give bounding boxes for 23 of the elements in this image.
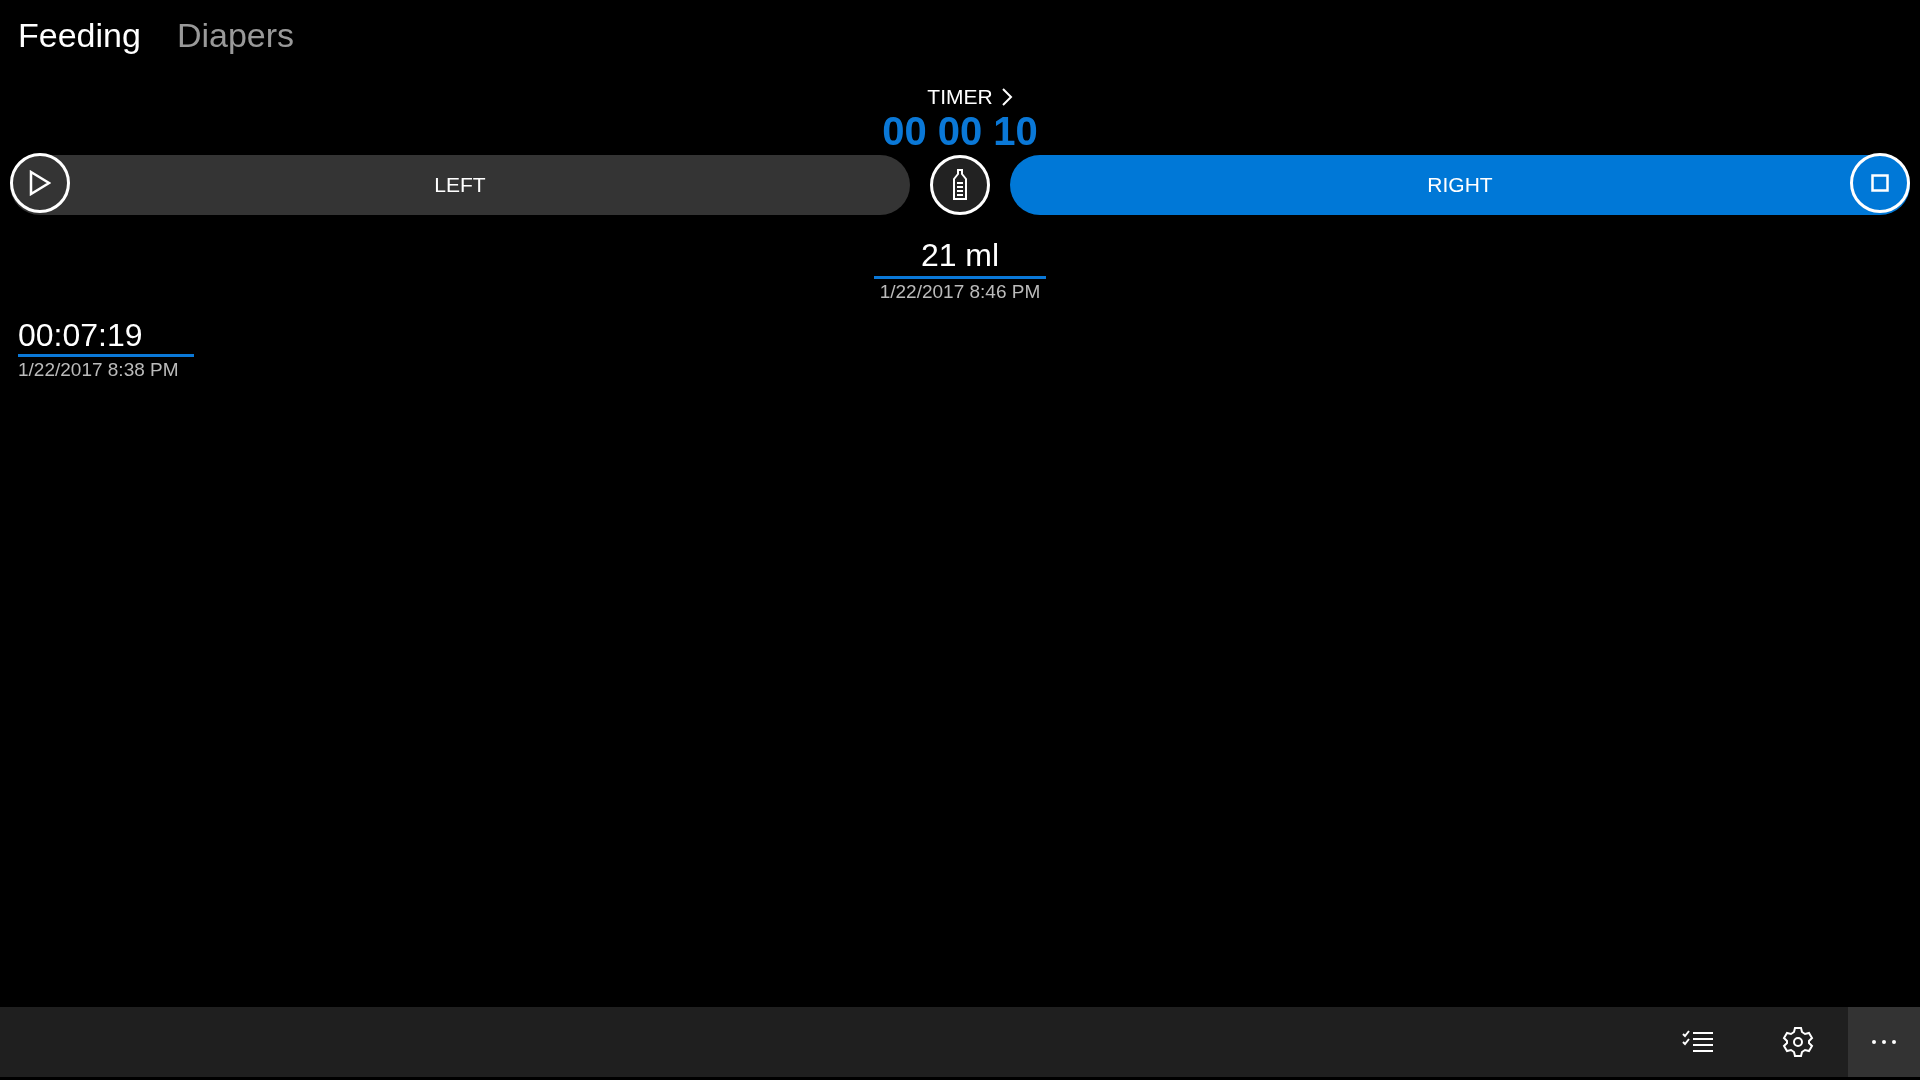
stop-button[interactable] [1850, 153, 1910, 213]
timer-label: TIMER [927, 85, 993, 109]
play-button[interactable] [10, 153, 70, 213]
entry-value: 00:07:19 [18, 317, 194, 357]
chevron-icon [1000, 87, 1013, 107]
timer-link[interactable]: TIMER [927, 85, 1013, 109]
timer-readout: 00 00 10 [882, 109, 1038, 153]
side-label: RIGHT [1427, 173, 1493, 197]
entry-date: 1/22/2017 8:38 PM [18, 359, 180, 381]
play-icon [29, 170, 51, 196]
entry-date: 1/22/2017 8:46 PM [879, 281, 1041, 303]
tab[interactable]: Diapers [176, 16, 295, 55]
side-label: LEFT [434, 173, 486, 197]
bottle-button[interactable] [930, 155, 990, 215]
side-bar[interactable]: LEFT [10, 155, 910, 215]
entry-value: 21 ml [874, 237, 1046, 279]
side-bar[interactable]: RIGHT [1010, 155, 1910, 215]
more-icon [1872, 1040, 1896, 1044]
stop-icon [1871, 174, 1889, 192]
tab[interactable]: Feeding [18, 16, 141, 55]
checklist-icon [1682, 1030, 1714, 1054]
settings-icon [1782, 1026, 1814, 1058]
bottle-icon [950, 169, 970, 201]
